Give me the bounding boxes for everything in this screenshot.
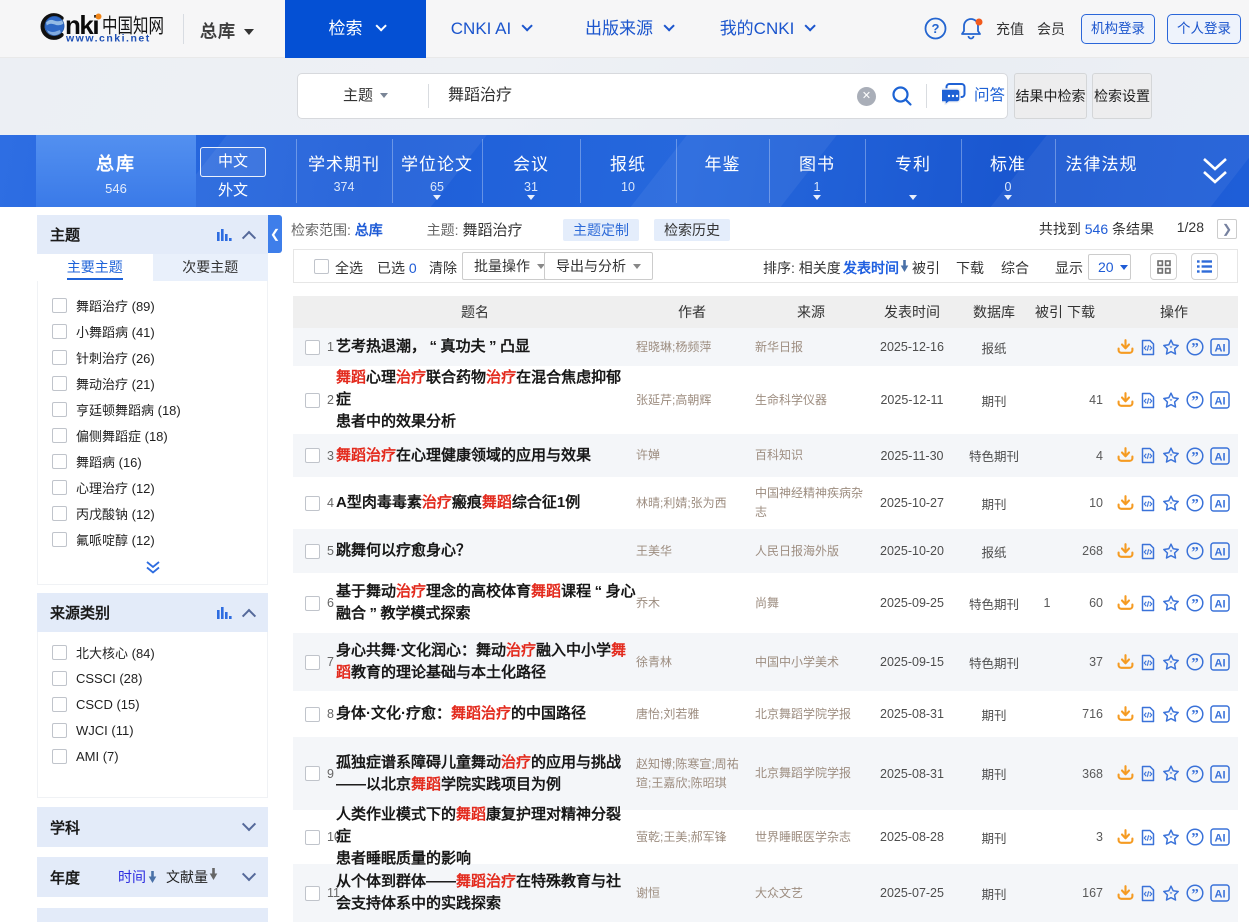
svg-text:”: ” [1191, 394, 1199, 410]
svg-text:AI: AI [1215, 889, 1226, 901]
svg-text:”: ” [1191, 887, 1199, 903]
svg-text:AI: AI [1215, 451, 1226, 463]
svg-text:AI: AI [1215, 599, 1226, 611]
svg-text:”: ” [1191, 831, 1199, 847]
svg-text:”: ” [1191, 767, 1199, 783]
svg-text:”: ” [1191, 449, 1199, 465]
svg-text:”: ” [1191, 497, 1199, 513]
svg-text:AI: AI [1215, 547, 1226, 559]
svg-text:”: ” [1191, 545, 1199, 561]
svg-text:”: ” [1191, 341, 1199, 357]
svg-text:”: ” [1191, 597, 1199, 613]
svg-text:?: ? [932, 21, 940, 36]
svg-text:www.cnki.net: www.cnki.net [65, 33, 151, 44]
svg-text:AI: AI [1215, 343, 1226, 355]
svg-text:AI: AI [1215, 833, 1226, 845]
svg-text:AI: AI [1215, 499, 1226, 511]
svg-text:AI: AI [1215, 396, 1226, 408]
svg-text:AI: AI [1215, 769, 1226, 781]
svg-text:”: ” [1191, 708, 1199, 724]
svg-text:AI: AI [1215, 658, 1226, 670]
svg-text:”: ” [1191, 656, 1199, 672]
svg-text:AI: AI [1215, 710, 1226, 722]
